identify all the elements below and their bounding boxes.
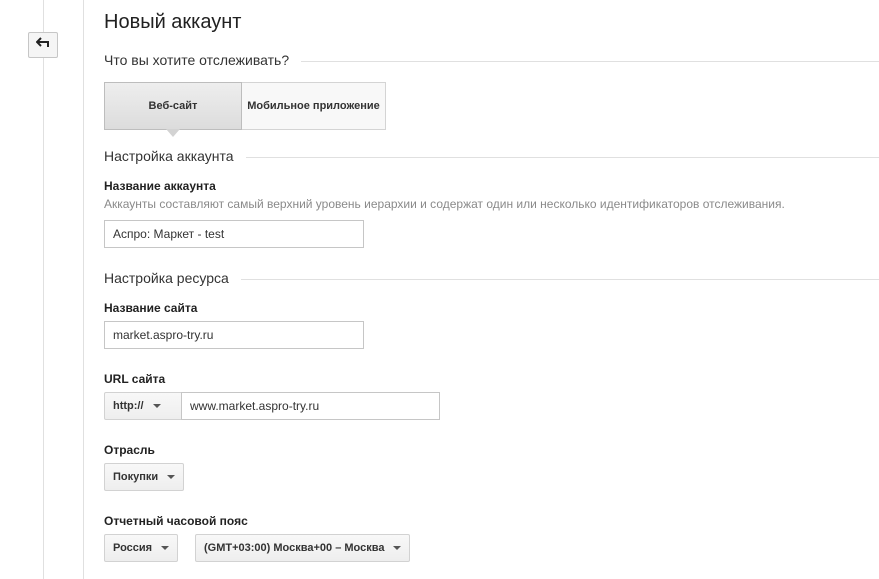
timezone-label: Отчетный часовой пояс	[104, 514, 248, 528]
timezone-value: (GMT+03:00) Москва+00 – Москва	[204, 542, 385, 554]
country-value: Россия	[113, 542, 153, 554]
tracking-type-tabs: Веб-сайт Мобильное приложение	[104, 82, 386, 137]
rail-line-right	[83, 0, 84, 579]
site-url-input[interactable]: www.market.aspro-try.ru	[181, 392, 440, 420]
industry-dropdown[interactable]: Покупки	[104, 463, 185, 491]
account-name-input[interactable]: Аспро: Маркет - test	[104, 220, 364, 248]
protocol-dropdown[interactable]: http://	[104, 392, 182, 420]
tab-mobile-app[interactable]: Мобильное приложение	[242, 82, 386, 130]
protocol-value: http://	[113, 400, 144, 412]
tracking-question: Что вы хотите отслеживать?	[104, 52, 302, 68]
caret-down-icon	[152, 404, 161, 408]
page-title: Новый аккаунт	[104, 11, 242, 33]
timezone-dropdown[interactable]: (GMT+03:00) Москва+00 – Москва	[195, 534, 411, 562]
account-name-hint: Аккаунты составляют самый верхний уровен…	[104, 197, 785, 211]
site-url-label: URL сайта	[104, 372, 166, 386]
caret-down-icon	[167, 475, 176, 479]
site-name-label: Название сайта	[104, 301, 198, 315]
rail-line-left	[43, 0, 44, 579]
tab-website[interactable]: Веб-сайт	[104, 82, 242, 137]
industry-value: Покупки	[113, 471, 159, 483]
back-arrow-icon	[35, 36, 50, 54]
site-name-input[interactable]: market.aspro-try.ru	[104, 321, 364, 349]
industry-label: Отрасль	[104, 443, 155, 457]
caret-down-icon	[393, 546, 402, 550]
country-dropdown[interactable]: Россия	[104, 534, 179, 562]
caret-down-icon	[161, 546, 170, 550]
account-section-title: Настройка аккаунта	[104, 148, 246, 164]
account-name-label: Название аккаунта	[104, 179, 216, 193]
back-button[interactable]	[28, 32, 58, 58]
resource-section-title: Настройка ресурса	[104, 270, 241, 286]
